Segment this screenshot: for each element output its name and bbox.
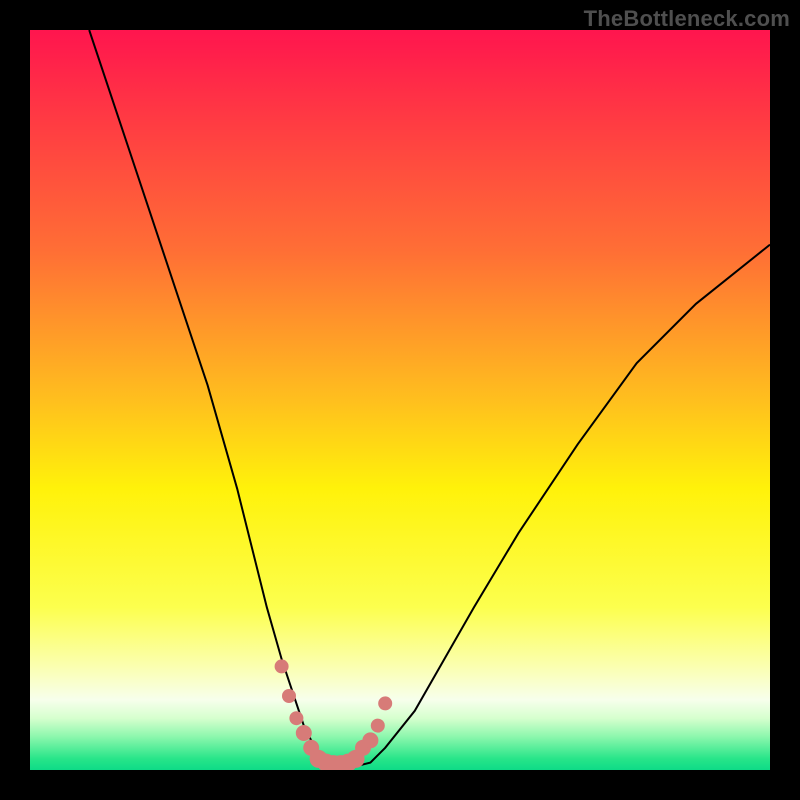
watermark-text: TheBottleneck.com xyxy=(584,6,790,32)
marker-point xyxy=(275,659,289,673)
marker-point xyxy=(371,719,385,733)
outer-frame: TheBottleneck.com xyxy=(0,0,800,800)
plot-area xyxy=(30,30,770,770)
marker-point xyxy=(289,711,303,725)
marker-point xyxy=(362,732,378,748)
marker-point xyxy=(378,696,392,710)
marker-cluster xyxy=(275,659,393,770)
chart-overlay xyxy=(30,30,770,770)
marker-point xyxy=(282,689,296,703)
bottleneck-curve xyxy=(89,30,770,766)
marker-point xyxy=(296,725,312,741)
